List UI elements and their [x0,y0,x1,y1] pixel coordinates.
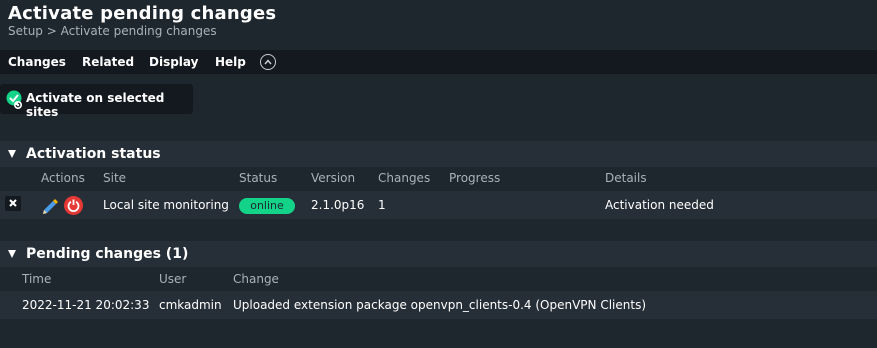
col-header-progress: Progress [449,171,501,185]
breadcrumb[interactable]: Setup > Activate pending changes [8,24,217,38]
col-header-version: Version [311,171,356,185]
activation-status-header[interactable]: Activation status [0,141,877,167]
cell-changes: 1 [378,198,386,212]
collapse-menu-toggle[interactable] [260,54,276,70]
col-header-details: Details [605,171,647,185]
collapse-triangle-icon[interactable] [8,150,16,158]
cell-site: Local site monitoring [103,198,229,212]
edit-pencil-icon[interactable] [41,197,59,215]
col-header-user: User [159,272,187,286]
col-header-time: Time [22,272,52,286]
close-icon [9,199,17,207]
page-title: Activate pending changes [8,3,277,24]
col-header-actions: Actions [41,171,85,185]
menu-bar: Changes Related Display Help [0,50,877,74]
cell-user: cmkadmin [159,298,222,312]
section-title-pending-changes: Pending changes (1) [26,246,189,262]
section-title-activation-status: Activation status [26,146,161,162]
col-header-change: Change [233,272,279,286]
discard-site-changes-button[interactable] [5,196,21,211]
restart-icon [67,199,80,212]
menu-item-changes[interactable]: Changes [8,55,66,69]
collapse-triangle-icon[interactable] [8,250,16,258]
activate-on-selected-sites-button[interactable]: Activate on selected sites [0,84,193,119]
restart-site-button[interactable] [64,196,83,215]
title-bar: Activate pending changes Setup > Activat… [0,0,877,44]
col-header-site: Site [103,171,127,185]
activate-button-label: Activate on selected sites [26,91,165,119]
activate-check-icon [6,90,22,109]
status-badge: online [239,198,295,214]
cell-details: Activation needed [605,198,714,212]
col-header-status: Status [239,171,278,185]
menu-item-related[interactable]: Related [82,55,134,69]
menu-item-help[interactable]: Help [215,55,246,69]
cell-time: 2022-11-21 20:02:33 [22,298,150,312]
pending-changes-header[interactable]: Pending changes (1) [0,241,877,267]
col-header-changes: Changes [378,171,431,185]
menu-item-display[interactable]: Display [149,55,198,69]
cell-version: 2.1.0p16 [311,198,365,212]
chevron-up-icon [264,59,272,65]
cell-change: Uploaded extension package openvpn_clien… [233,298,647,312]
